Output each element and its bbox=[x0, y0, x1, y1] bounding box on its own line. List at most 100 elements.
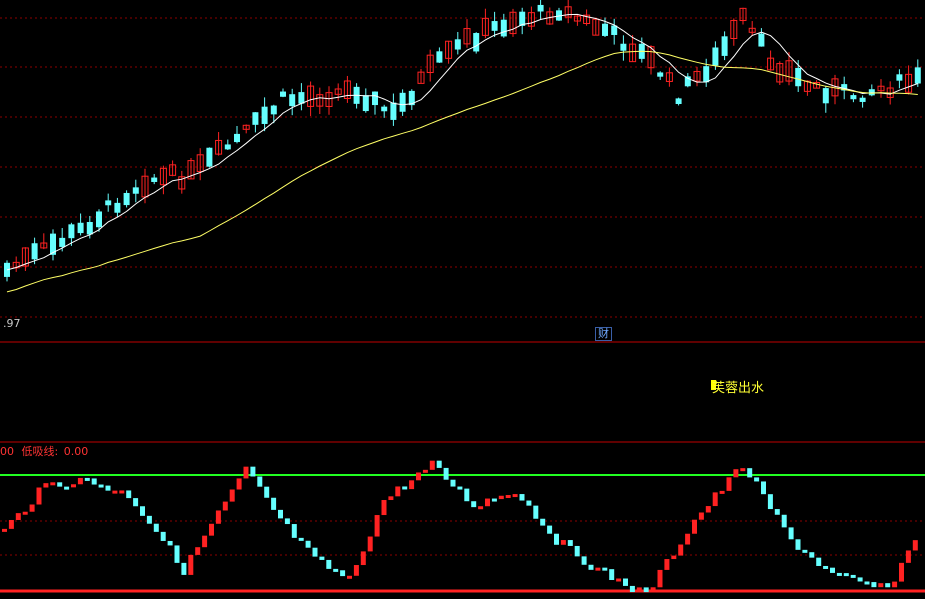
indicator-bar bbox=[291, 524, 297, 538]
indicator-bar bbox=[567, 540, 573, 546]
indicator-title-name: 低吸线: bbox=[21, 445, 59, 458]
indicator-bar bbox=[733, 469, 739, 478]
indicator-bar bbox=[236, 478, 242, 490]
candle-body bbox=[850, 95, 857, 100]
signal-label: 芙蓉出水 bbox=[712, 381, 765, 396]
indicator-bar bbox=[395, 486, 401, 497]
indicator-bar bbox=[836, 572, 842, 576]
indicator-bar bbox=[623, 578, 628, 586]
candle-body bbox=[280, 91, 286, 97]
candle-body bbox=[261, 106, 268, 124]
candle-body bbox=[657, 72, 664, 77]
indicator-bar bbox=[36, 487, 42, 505]
indicator-bar bbox=[374, 515, 380, 537]
candle-body bbox=[234, 133, 240, 143]
indicator-bar bbox=[2, 528, 7, 532]
indicator-title: 00 低吸线: 0.00 bbox=[0, 446, 88, 458]
candle-body bbox=[132, 187, 139, 194]
candle-body bbox=[252, 112, 259, 125]
indicator-bar bbox=[533, 505, 539, 519]
indicator-bar bbox=[857, 577, 863, 582]
indicator-bar bbox=[795, 539, 801, 550]
candle-body bbox=[224, 144, 231, 150]
chart-canvas[interactable] bbox=[0, 0, 925, 599]
indicator-bar bbox=[436, 460, 442, 468]
indicator-bar bbox=[119, 490, 125, 494]
indicator-bar bbox=[416, 472, 421, 481]
indicator-bar bbox=[402, 486, 408, 490]
indicator-bar bbox=[650, 587, 656, 593]
indicator-bar bbox=[767, 494, 773, 510]
indicator-bar bbox=[457, 486, 463, 490]
candle-body bbox=[114, 202, 121, 213]
candle-body bbox=[372, 91, 378, 106]
indicator-bar bbox=[443, 467, 449, 480]
indicator-bar bbox=[105, 485, 111, 491]
indicator-bar bbox=[188, 554, 194, 575]
indicator-bar bbox=[146, 515, 152, 524]
ma-short-line bbox=[6, 13, 918, 271]
candle-body bbox=[105, 200, 112, 206]
indicator-bar bbox=[160, 531, 166, 541]
indicator-bar bbox=[705, 506, 711, 513]
ma-long-line bbox=[6, 50, 918, 293]
candle-body bbox=[795, 68, 802, 87]
candle-body bbox=[270, 105, 277, 115]
indicator-bar bbox=[505, 495, 511, 499]
indicator-bar bbox=[574, 545, 580, 557]
indicator-bar bbox=[43, 483, 49, 488]
finance-badge[interactable]: 财 bbox=[595, 327, 612, 341]
indicator-bar bbox=[409, 480, 415, 490]
indicator-title-value: 0.00 bbox=[63, 445, 89, 458]
indicator-bar bbox=[878, 583, 884, 588]
indicator-bar bbox=[202, 535, 208, 548]
indicator-bar bbox=[209, 523, 214, 536]
candle-body bbox=[362, 95, 369, 112]
indicator-bar bbox=[788, 527, 794, 540]
indicator-bar bbox=[464, 488, 470, 502]
candle-body bbox=[491, 21, 498, 31]
indicator-bar bbox=[712, 492, 718, 507]
indicator-bar bbox=[678, 544, 684, 556]
indicator-bar bbox=[664, 559, 670, 570]
indicator-bar bbox=[526, 500, 532, 506]
indicator-bar bbox=[153, 523, 159, 532]
indicator-bar bbox=[740, 468, 746, 472]
candle-body bbox=[868, 89, 875, 96]
indicator-bar bbox=[298, 537, 304, 541]
candle-body bbox=[298, 92, 305, 104]
indicator-bar bbox=[781, 514, 787, 528]
indicator-bar bbox=[126, 490, 132, 499]
indicator-bar bbox=[905, 550, 911, 563]
indicator-bar bbox=[719, 490, 725, 494]
indicator-bar bbox=[864, 581, 870, 585]
indicator-bar bbox=[112, 490, 118, 494]
indicator-bar bbox=[29, 504, 35, 512]
candle-body bbox=[473, 33, 480, 52]
candle-body bbox=[914, 67, 921, 84]
candle-body bbox=[59, 237, 66, 247]
indicator-bar bbox=[802, 549, 808, 553]
indicator-bar bbox=[422, 469, 428, 473]
candle-body bbox=[436, 51, 443, 63]
indicator-bar bbox=[498, 495, 504, 500]
indicator-bar bbox=[885, 583, 891, 588]
indicator-bar bbox=[698, 512, 704, 520]
indicator-bar bbox=[761, 481, 766, 495]
candle-body bbox=[703, 66, 710, 83]
indicator-bar bbox=[50, 482, 56, 486]
indicator-title-prefix: 00 bbox=[0, 445, 14, 458]
indicator-bar bbox=[312, 547, 318, 557]
candle-body bbox=[206, 147, 213, 167]
indicator-bar bbox=[284, 518, 290, 525]
indicator-bar bbox=[450, 479, 456, 487]
indicator-bar bbox=[892, 581, 898, 588]
candle-body bbox=[96, 211, 102, 228]
indicator-bar bbox=[229, 489, 235, 502]
indicator-bar bbox=[381, 500, 387, 516]
indicator-bar bbox=[8, 519, 14, 529]
indicator-bar bbox=[588, 564, 594, 570]
indicator-bar bbox=[333, 568, 339, 572]
indicator-bar bbox=[305, 540, 311, 548]
indicator-bar bbox=[560, 540, 566, 545]
